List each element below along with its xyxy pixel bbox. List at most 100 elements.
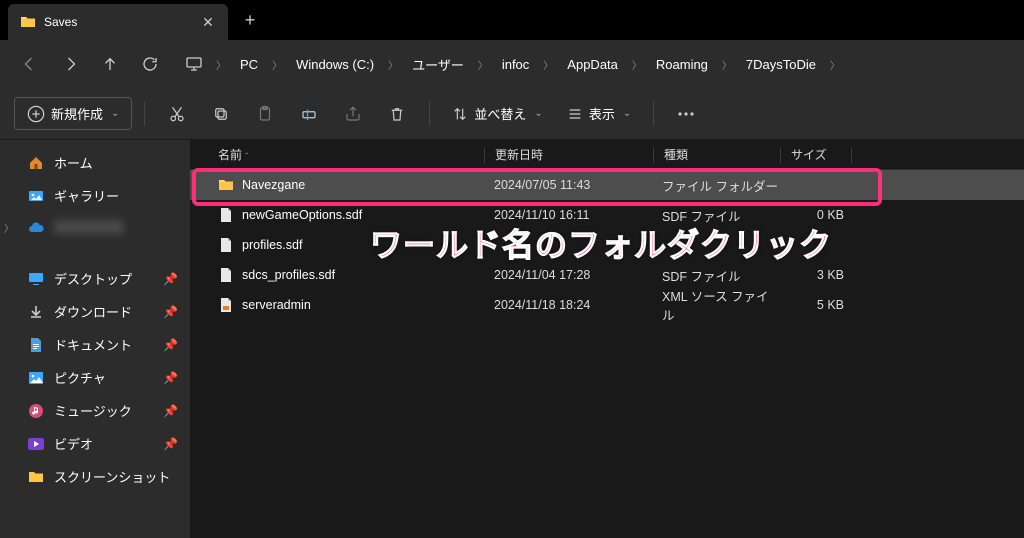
sidebar-videos-label: ビデオ (54, 434, 93, 453)
sidebar-onedrive[interactable]: 〉 (0, 212, 190, 242)
sort-label: 並べ替え (474, 104, 526, 123)
file-type: SDF ファイル (652, 266, 778, 285)
chevron-right-icon: 〉 (539, 57, 557, 72)
column-size[interactable]: サイズ (781, 146, 851, 163)
sidebar-desktop[interactable]: デスクトップ 📌 (0, 262, 190, 295)
column-headers: 名前 ˆ 更新日時 種類 サイズ (190, 140, 1024, 170)
sort-button[interactable]: 並べ替え ⌄ (442, 94, 552, 134)
sidebar-screenshots-label: スクリーンショット (54, 467, 170, 486)
column-date[interactable]: 更新日時 (485, 146, 653, 163)
file-name: sdcs_profiles.sdf (242, 268, 335, 282)
refresh-button[interactable] (130, 44, 170, 84)
cloud-icon (28, 219, 44, 235)
breadcrumb-pc[interactable]: PC (234, 53, 264, 76)
chevron-right-icon: 〉 (268, 57, 286, 72)
plus-circle-icon (27, 105, 45, 123)
breadcrumb-appdata[interactable]: AppData (561, 53, 624, 76)
toolbar: 新規作成 ⌄ 並べ替え ⌄ 表示 ⌄ (0, 88, 1024, 140)
file-date: 2024/11/18 18:24 (484, 298, 652, 312)
pictures-icon (28, 370, 44, 386)
back-button[interactable] (10, 44, 50, 84)
new-button-label: 新規作成 (51, 104, 103, 123)
chevron-right-icon: 〉 (628, 57, 646, 72)
paste-button[interactable] (245, 94, 285, 134)
up-button[interactable] (90, 44, 130, 84)
folder-icon (218, 177, 234, 193)
sidebar-music[interactable]: ミュージック 📌 (0, 394, 190, 427)
view-button[interactable]: 表示 ⌄ (557, 94, 641, 134)
share-button[interactable] (333, 94, 373, 134)
desktop-icon (28, 271, 44, 287)
view-label: 表示 (589, 104, 615, 123)
sidebar-gallery[interactable]: ギャラリー (0, 179, 190, 212)
view-icon (567, 106, 583, 122)
sidebar-screenshots[interactable]: スクリーンショット (0, 460, 190, 493)
file-size: 3 KB (778, 268, 848, 282)
forward-button[interactable] (50, 44, 90, 84)
breadcrumb-roaming[interactable]: Roaming (650, 53, 714, 76)
column-name[interactable]: 名前 ˆ (208, 146, 484, 163)
chevron-right-icon: 〉 (384, 57, 402, 72)
chevron-right-icon: 〉 (474, 57, 492, 72)
delete-button[interactable] (377, 94, 417, 134)
file-row[interactable]: Navezgane2024/07/05 11:43ファイル フォルダー (190, 170, 1024, 200)
breadcrumb-user[interactable]: infoc (496, 53, 535, 76)
sidebar-home-label: ホーム (54, 153, 93, 172)
breadcrumb-users[interactable]: ユーザー (406, 51, 470, 78)
sidebar-pictures[interactable]: ピクチャ 📌 (0, 361, 190, 394)
pin-icon: 📌 (163, 305, 178, 319)
file-name: serveradmin (242, 298, 311, 312)
breadcrumb-7dtd[interactable]: 7DaysToDie (740, 53, 822, 76)
download-icon (28, 304, 44, 320)
pin-icon: 📌 (163, 338, 178, 352)
file-icon (218, 267, 234, 283)
pin-icon: 📌 (163, 437, 178, 451)
file-icon (218, 207, 234, 223)
sidebar-documents[interactable]: ドキュメント 📌 (0, 328, 190, 361)
file-icon (218, 237, 234, 253)
sort-icon (452, 106, 468, 122)
sidebar: ホーム ギャラリー 〉 デスクトップ 📌 ダウンロード 📌 ドキュメント 📌 (0, 140, 190, 538)
sidebar-music-label: ミュージック (54, 401, 132, 420)
file-type: ファイル フォルダー (652, 176, 778, 195)
file-name: newGameOptions.sdf (242, 208, 362, 222)
sidebar-videos[interactable]: ビデオ 📌 (0, 427, 190, 460)
sidebar-pictures-label: ピクチャ (54, 368, 106, 387)
cut-button[interactable] (157, 94, 197, 134)
file-name: profiles.sdf (242, 238, 302, 252)
new-tab-button[interactable]: + (234, 4, 266, 36)
tab-saves[interactable]: Saves ✕ (8, 4, 228, 40)
onedrive-label-blurred (54, 220, 124, 234)
sidebar-desktop-label: デスクトップ (54, 269, 132, 288)
file-date: 2024/07/05 11:43 (484, 178, 652, 192)
sidebar-documents-label: ドキュメント (54, 335, 132, 354)
more-button[interactable] (666, 94, 706, 134)
sidebar-downloads[interactable]: ダウンロード 📌 (0, 295, 190, 328)
xml-icon (218, 297, 234, 313)
rename-button[interactable] (289, 94, 329, 134)
breadcrumb-drive[interactable]: Windows (C:) (290, 53, 380, 76)
folder-icon (28, 469, 44, 485)
pc-icon[interactable] (180, 53, 208, 75)
separator (653, 102, 654, 126)
home-icon (28, 155, 44, 171)
tab-title: Saves (44, 15, 192, 29)
main-area: ホーム ギャラリー 〉 デスクトップ 📌 ダウンロード 📌 ドキュメント 📌 (0, 140, 1024, 538)
close-icon[interactable]: ✕ (200, 14, 216, 30)
pin-icon: 📌 (163, 272, 178, 286)
folder-icon (20, 14, 36, 30)
chevron-down-icon: ⌄ (623, 108, 631, 119)
file-row[interactable]: serveradmin2024/11/18 18:24XML ソース ファイル5… (190, 290, 1024, 320)
sidebar-home[interactable]: ホーム (0, 146, 190, 179)
tab-strip: Saves ✕ + (0, 0, 1024, 40)
column-type[interactable]: 種類 (654, 146, 780, 163)
file-size: 5 KB (778, 298, 848, 312)
new-button[interactable]: 新規作成 ⌄ (14, 97, 132, 130)
file-list: 名前 ˆ 更新日時 種類 サイズ Navezgane2024/07/05 11:… (190, 140, 1024, 538)
chevron-down-icon: ⌄ (111, 108, 119, 119)
music-icon (28, 403, 44, 419)
copy-button[interactable] (201, 94, 241, 134)
pin-icon: 📌 (163, 404, 178, 418)
separator (144, 102, 145, 126)
breadcrumb[interactable]: 〉 PC 〉 Windows (C:) 〉 ユーザー 〉 infoc 〉 App… (180, 51, 1014, 78)
